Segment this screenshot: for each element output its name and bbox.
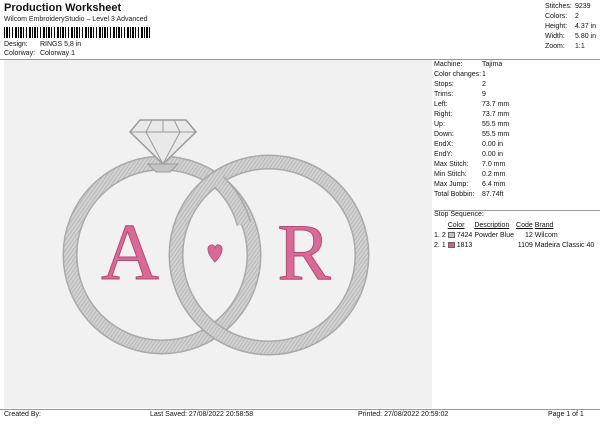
stat-color-changes: Color changes:1 xyxy=(434,71,486,78)
printed-date: Printed: 27/08/2022 20:59:02 xyxy=(358,411,449,418)
stat-max-stitch: Max Stitch: 7.0 mm xyxy=(434,161,506,168)
color-swatch xyxy=(447,232,455,239)
stat-height: Height: 4.37 in xyxy=(545,23,597,30)
last-saved: Last Saved: 27/08/2022 20:58:58 xyxy=(150,411,254,418)
stat-total-bobbin: Total Bobbin: 87.74ft xyxy=(434,191,504,198)
design-label: Design: xyxy=(4,41,28,48)
design-row: Design: RINGS 5,8 in xyxy=(4,41,81,48)
page-title: Production Worksheet xyxy=(4,2,122,14)
stat-width: Width: 5.80 in xyxy=(545,33,597,40)
page-number: Page 1 of 1 xyxy=(548,411,584,418)
colorway-value: Colorway 1 xyxy=(39,50,75,57)
table-row: 1. 2 7424 Powder Blue 12 Wilcom xyxy=(434,232,558,239)
rings-design-svg: A R xyxy=(62,119,370,356)
software-subtitle: Wilcom EmbroideryStudio – Level 3 Advanc… xyxy=(4,16,148,23)
stat-stitches: Stitches: 9239 xyxy=(545,3,591,10)
letter-a: A xyxy=(101,209,159,297)
stat-endy: EndY: 0.00 in xyxy=(434,151,504,158)
heart-icon xyxy=(207,244,223,263)
header-code: Code xyxy=(516,222,533,229)
stop-sequence-title: Stop Sequence: xyxy=(434,211,484,218)
stat-endx: EndX: 0.00 in xyxy=(434,141,504,148)
stat-zoom: Zoom: 1:1 xyxy=(545,43,585,50)
stat-trims: Trims: 9 xyxy=(434,91,486,98)
created-by: Created By: xyxy=(4,411,41,418)
stop-sequence-table: Color Description Code Brand 1. 2 7424 P… xyxy=(434,221,596,251)
stat-down: Down: 55.5 mm xyxy=(434,131,510,138)
stat-machine: Machine: Tajima xyxy=(434,61,503,68)
stat-up: Up: 55.5 mm xyxy=(434,121,510,128)
stat-colors: Colors: 2 xyxy=(545,13,579,20)
colorway-label: Colorway: xyxy=(4,50,36,57)
letter-r: R xyxy=(277,209,331,297)
barcode xyxy=(4,27,152,38)
design-preview: A R xyxy=(4,60,432,408)
color-swatch xyxy=(447,242,455,249)
header-description: Description xyxy=(474,222,510,229)
colorway-row: Colorway: Colorway 1 xyxy=(4,50,75,57)
stat-right: Right: 73.7 mm xyxy=(434,111,510,118)
stat-min-stitch: Min Stitch: 0.2 mm xyxy=(434,171,506,178)
header-brand: Brand xyxy=(534,222,554,229)
stat-stops: Stops: 2 xyxy=(434,81,486,88)
table-row: 2. 1 1813 1109 Madeira Classic 40 xyxy=(434,242,595,249)
summary-stats: Stitches: 9239 Colors: 2 Height: 4.37 in Wi… xyxy=(545,2,596,52)
machine-stats: Machine: Tajima Color changes:1 Stops: 2 T… xyxy=(434,60,509,200)
stat-left: Left: 73.7 mm xyxy=(434,101,510,108)
stop-sequence-header: Color Description Code Brand xyxy=(434,221,596,231)
stat-max-jump: Max Jump: 6.4 mm xyxy=(434,181,506,188)
header-color: Color xyxy=(447,222,465,229)
footer-divider xyxy=(0,409,600,410)
right-ring xyxy=(168,154,370,356)
design-value: RINGS 5,8 in xyxy=(39,41,82,48)
